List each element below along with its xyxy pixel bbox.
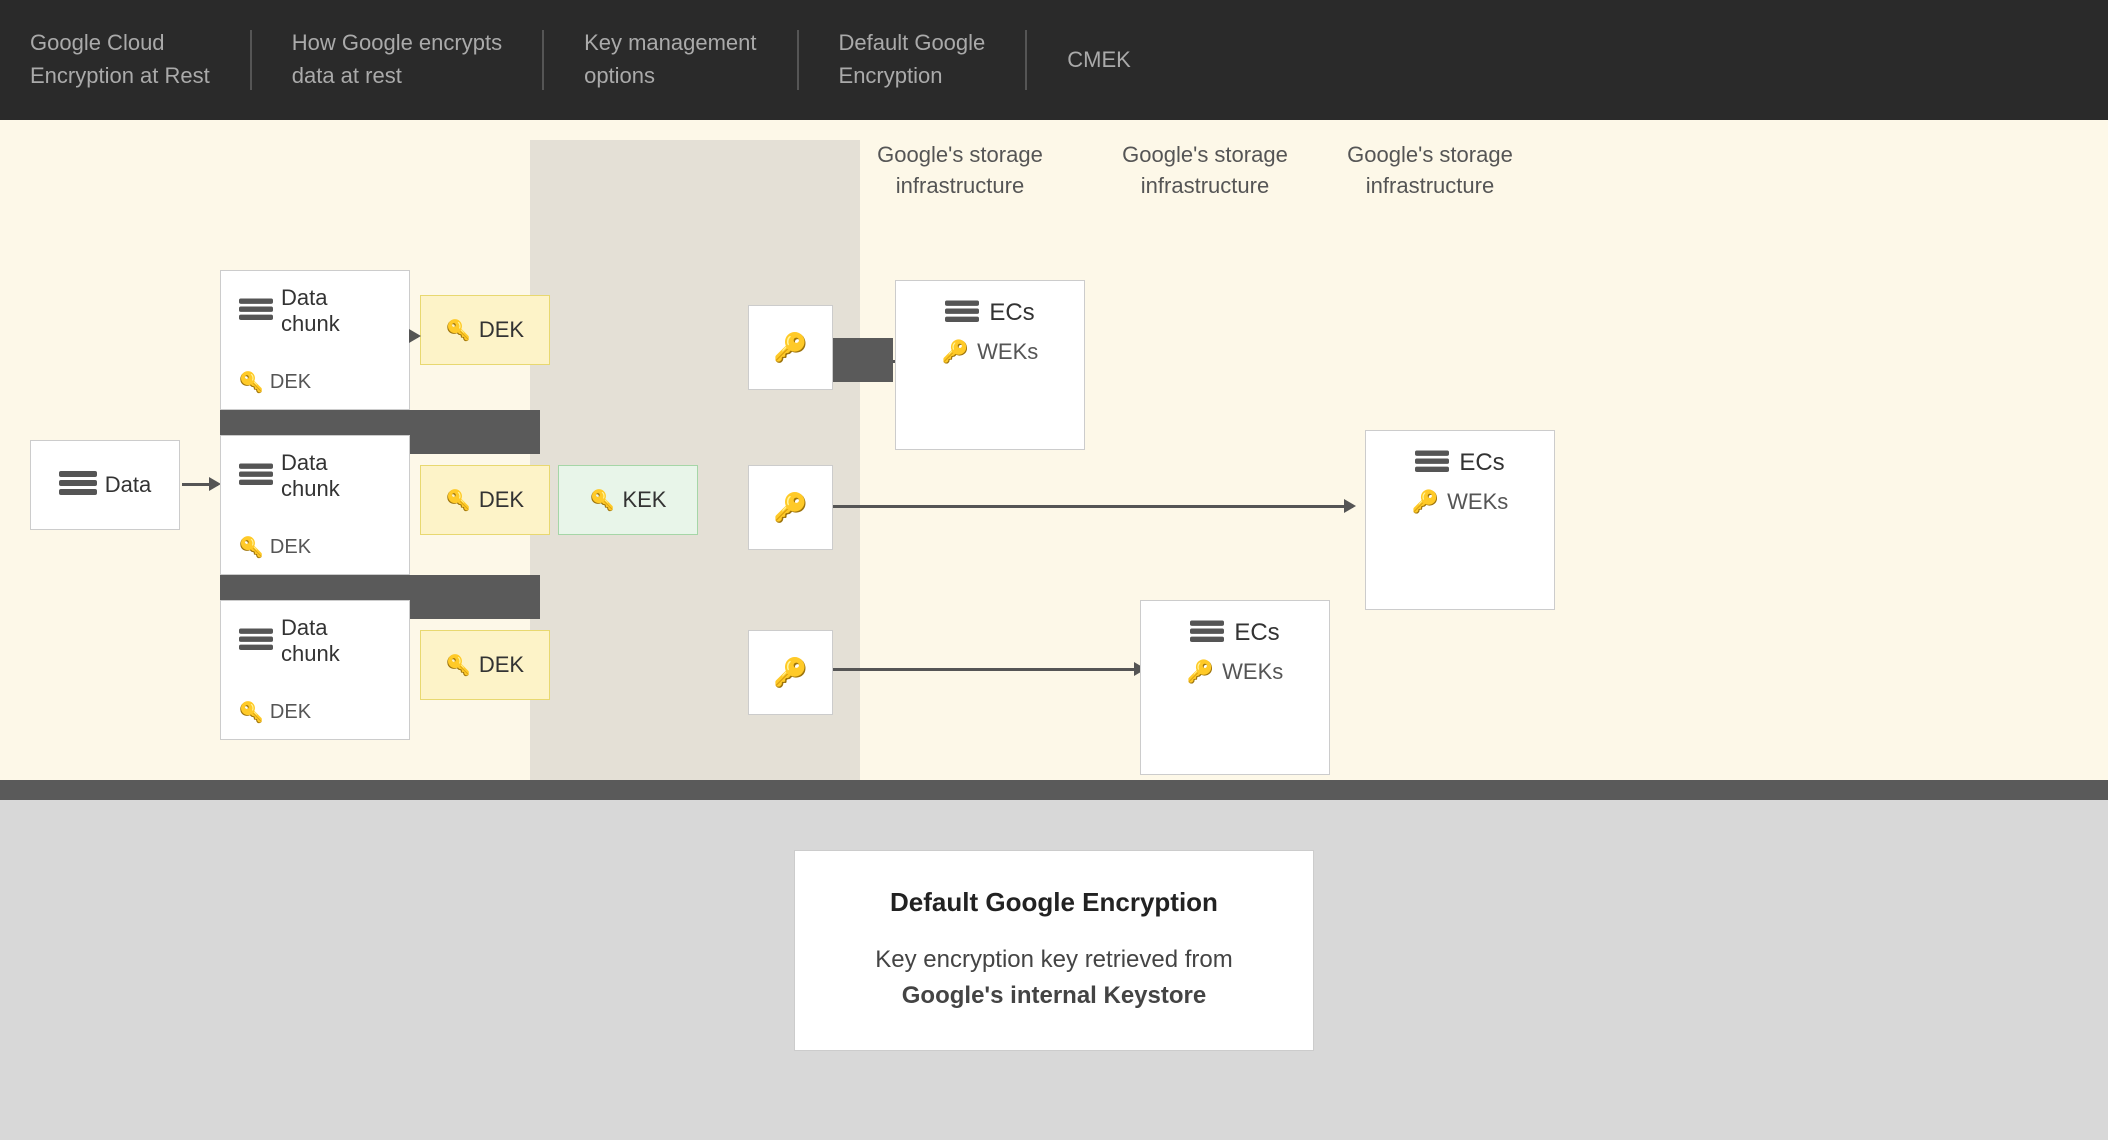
storage-3-wek-label: WEKs: [1222, 659, 1283, 685]
storage-group-3: ECs 🔑 WEKs: [1140, 600, 1330, 775]
dek-box-3: 🔑 DEK: [420, 630, 550, 700]
diagram-area: Google's storage infrastructure Google's…: [0, 120, 2108, 800]
storage-1-wek-icon: 🔑: [942, 339, 969, 365]
info-box: Default Google Encryption Key encryption…: [794, 850, 1314, 1051]
arr-enc2-storage2: [833, 505, 1353, 508]
header-text-2a: How Google encrypts: [292, 29, 502, 58]
dek-box-2: 🔑 DEK: [420, 465, 550, 535]
storage-1-ec-row: ECs: [918, 299, 1062, 327]
chunk-2-db-icon: [239, 463, 273, 489]
chunk-3-db-icon: [239, 628, 273, 654]
storage-2-ec-label: ECs: [1459, 449, 1504, 477]
header-text-1a: Google Cloud: [30, 29, 210, 58]
header-divider-1: [250, 30, 252, 90]
info-body: Key encryption key retrieved from Google…: [839, 942, 1269, 1014]
chunk-box-3: Datachunk 🔑 DEK: [220, 600, 410, 740]
dek-1-label: DEK: [479, 317, 524, 343]
data-box: Data: [30, 440, 180, 530]
chunk-2-label-row: Datachunk: [239, 450, 340, 502]
storage-group-1: ECs 🔑 WEKs: [895, 280, 1085, 450]
storage-group-2: ECs 🔑 WEKs: [1365, 430, 1555, 610]
dek-box-1: 🔑 DEK: [420, 295, 550, 365]
info-title: Default Google Encryption: [839, 887, 1269, 918]
dark-connector-top: [833, 338, 893, 382]
chunk-3-dek-label: DEK: [270, 701, 311, 724]
infra-label-1: Google's storage infrastructure: [870, 140, 1050, 202]
chunk-1-key-icon: 🔑: [239, 370, 264, 395]
enc-key-icon-3: 🔑: [773, 656, 808, 689]
storage-2-wek-label: WEKs: [1447, 489, 1508, 515]
chunk-1-db-icon: [239, 298, 273, 324]
bottom-section: Default Google Encryption Key encryption…: [0, 800, 2108, 1140]
header-text-5a: CMEK: [1067, 46, 1131, 75]
chunk-box-1: Datachunk 🔑 DEK: [220, 270, 410, 410]
storage-1-db-icon: [945, 300, 979, 326]
header-text-4a: Default Google: [839, 29, 986, 58]
top-header: Google Cloud Encryption at Rest How Goog…: [0, 0, 2108, 120]
info-body-line2: Google's internal Keystore: [902, 982, 1206, 1009]
data-label: Data: [105, 472, 151, 498]
kek-label: KEK: [622, 487, 666, 513]
dek-3-label: DEK: [479, 652, 524, 678]
diagram-bottom-bar: [0, 780, 2108, 800]
storage-1-wek-row: 🔑 WEKs: [918, 339, 1062, 365]
enc-key-icon-1: 🔑: [773, 331, 808, 364]
header-section-2: How Google encrypts data at rest: [292, 29, 502, 90]
storage-2-wek-row: 🔑 WEKs: [1388, 489, 1532, 515]
storage-3-wek-row: 🔑 WEKs: [1163, 659, 1307, 685]
infra-label-3: Google's storage infrastructure: [1340, 140, 1520, 202]
enc-key-box-2: 🔑: [748, 465, 833, 550]
enc-key-icon-2: 🔑: [773, 491, 808, 524]
storage-3-wek-icon: 🔑: [1187, 659, 1214, 685]
header-text-3b: options: [584, 62, 756, 91]
enc-key-box-3: 🔑: [748, 630, 833, 715]
header-divider-4: [1025, 30, 1027, 90]
header-divider-3: [797, 30, 799, 90]
chunk-1-dek-row: 🔑 DEK: [239, 370, 311, 395]
header-text-1b: Encryption at Rest: [30, 62, 210, 91]
chunk-2-key-icon: 🔑: [239, 535, 264, 560]
header-text-2b: data at rest: [292, 62, 502, 91]
dek-2-label: DEK: [479, 487, 524, 513]
enc-key-box-1: 🔑: [748, 305, 833, 390]
chunk-2-dek-row: 🔑 DEK: [239, 535, 311, 560]
data-icon: [59, 471, 97, 499]
storage-2-db-icon: [1415, 450, 1449, 476]
dek-1-key-icon: 🔑: [446, 318, 471, 343]
storage-3-ec-row: ECs: [1163, 619, 1307, 647]
info-body-line1: Key encryption key retrieved from: [875, 946, 1232, 973]
header-text-4b: Encryption: [839, 62, 986, 91]
storage-2-ec-row: ECs: [1388, 449, 1532, 477]
storage-2-wek-icon: 🔑: [1412, 489, 1439, 515]
chunk-1-dek-label: DEK: [270, 371, 311, 394]
chunk-1-label-row: Datachunk: [239, 285, 340, 337]
chunk-2-label: Datachunk: [281, 450, 340, 502]
header-section-3: Key management options: [584, 29, 756, 90]
kek-key-icon: 🔑: [590, 488, 615, 513]
arr-c1-dek1: [412, 335, 418, 338]
arr-enc3-storage3: [833, 668, 1143, 671]
chunk-box-2: Datachunk 🔑 DEK: [220, 435, 410, 575]
storage-1-ec-label: ECs: [989, 299, 1034, 327]
header-divider-2: [542, 30, 544, 90]
dek-2-key-icon: 🔑: [446, 488, 471, 513]
storage-1-wek-label: WEKs: [977, 339, 1038, 365]
dek-3-key-icon: 🔑: [446, 653, 471, 678]
chunk-1-label: Datachunk: [281, 285, 340, 337]
kek-box: 🔑 KEK: [558, 465, 698, 535]
header-section-5: CMEK: [1067, 46, 1131, 75]
arrow-data-to-chunks: [182, 483, 218, 486]
chunk-3-label-row: Datachunk: [239, 615, 340, 667]
infra-label-2: Google's storage infrastructure: [1115, 140, 1295, 202]
chunk-2-dek-label: DEK: [270, 536, 311, 559]
chunk-3-dek-row: 🔑 DEK: [239, 700, 311, 725]
header-text-3a: Key management: [584, 29, 756, 58]
chunk-3-label: Datachunk: [281, 615, 340, 667]
storage-3-ec-label: ECs: [1234, 619, 1279, 647]
header-section-1: Google Cloud Encryption at Rest: [30, 29, 210, 90]
storage-3-db-icon: [1190, 620, 1224, 646]
chunk-3-key-icon: 🔑: [239, 700, 264, 725]
header-section-4: Default Google Encryption: [839, 29, 986, 90]
